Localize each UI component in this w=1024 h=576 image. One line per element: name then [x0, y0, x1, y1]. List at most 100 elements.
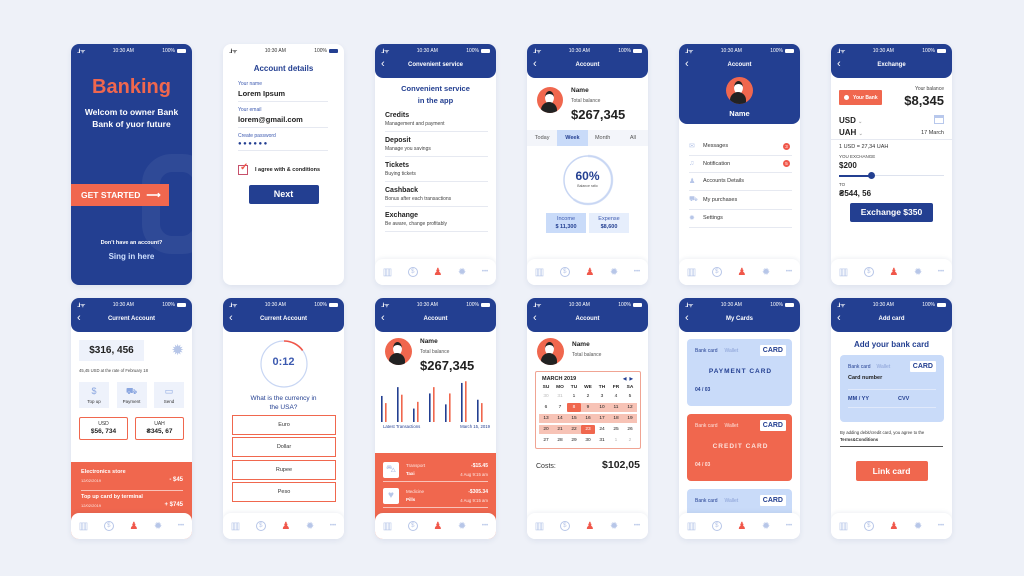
- sign-in-link[interactable]: Sing in here: [71, 252, 192, 261]
- calendar-day[interactable]: 30: [539, 392, 553, 401]
- transaction-item[interactable]: ⛍ Transport Taxi -$15.45 4 Aug 9:15 am: [383, 458, 488, 482]
- calendar-day[interactable]: 19: [623, 414, 637, 423]
- tab-month[interactable]: Month: [588, 130, 618, 146]
- chart-icon[interactable]: ▥: [687, 267, 696, 278]
- next-month-icon[interactable]: ▶: [630, 376, 633, 381]
- calendar-day[interactable]: 29: [567, 436, 581, 445]
- terms-link[interactable]: Terms&Conditions: [840, 436, 944, 443]
- calendar-day[interactable]: 31: [553, 392, 567, 401]
- more-icon[interactable]: •••: [482, 523, 488, 529]
- get-started-button[interactable]: GET STARTED ⟶: [71, 184, 169, 206]
- calendar-day[interactable]: 7: [553, 403, 567, 412]
- answer-option[interactable]: Euro: [232, 414, 336, 435]
- transaction-item[interactable]: Electronics store 12/02/2019 - $45: [81, 466, 183, 491]
- answer-option[interactable]: Peso: [232, 482, 336, 502]
- calendar-day[interactable]: 12: [623, 403, 637, 412]
- calendar-day[interactable]: 10: [595, 403, 609, 412]
- more-icon[interactable]: •••: [938, 523, 944, 529]
- service-item[interactable]: Tickets Buying tickets: [385, 157, 488, 182]
- dollar-icon[interactable]: $: [863, 267, 874, 277]
- email-field[interactable]: Your email lorem@gmail.com: [238, 102, 328, 128]
- dollar-icon[interactable]: $: [711, 267, 722, 277]
- profile-icon[interactable]: ♟: [433, 267, 442, 278]
- tab-all[interactable]: All: [618, 130, 648, 146]
- menu-item-accounts-details[interactable]: ♟ Accounts Details: [689, 173, 792, 191]
- tab-bank-card[interactable]: Bank card: [695, 348, 718, 354]
- payment-button[interactable]: ⛟ Payment: [116, 382, 147, 408]
- calendar-icon[interactable]: [934, 115, 944, 124]
- next-button[interactable]: Next: [248, 185, 319, 204]
- from-currency-select[interactable]: USD ⌄: [839, 116, 862, 125]
- tab-bank-card[interactable]: Bank card: [848, 364, 871, 370]
- profile-icon[interactable]: ♟: [281, 521, 290, 532]
- more-icon[interactable]: •••: [178, 523, 184, 529]
- tab-wallet[interactable]: Wallet: [725, 498, 739, 504]
- gear-icon[interactable]: ✹: [458, 267, 466, 278]
- calendar-day[interactable]: 26: [623, 425, 637, 434]
- currency-card-uah[interactable]: UAH ₴345, 67: [135, 417, 184, 440]
- profile-icon[interactable]: ♟: [889, 267, 898, 278]
- chart-icon[interactable]: ▥: [231, 521, 240, 532]
- calendar-day[interactable]: 5: [623, 392, 637, 401]
- calendar-day[interactable]: 6: [539, 403, 553, 412]
- gear-icon[interactable]: ✹: [306, 521, 314, 532]
- gear-icon[interactable]: ✹: [762, 267, 770, 278]
- gear-icon[interactable]: ✹: [154, 521, 162, 532]
- checkbox[interactable]: ✓: [238, 162, 248, 175]
- name-field[interactable]: Your name Lorem Ipsum: [238, 77, 328, 102]
- answer-option[interactable]: Dollar: [232, 437, 336, 457]
- dollar-icon[interactable]: $: [559, 521, 570, 531]
- dollar-icon[interactable]: $: [255, 521, 266, 531]
- calendar-day[interactable]: 2: [581, 392, 595, 401]
- gear-icon[interactable]: ✹: [914, 521, 922, 532]
- send-button[interactable]: ▭ Send: [154, 382, 184, 408]
- more-icon[interactable]: •••: [786, 523, 792, 529]
- dollar-icon[interactable]: $: [407, 267, 418, 277]
- tab-wallet[interactable]: Wallet: [877, 364, 891, 370]
- calendar-day[interactable]: 1: [567, 392, 581, 401]
- tab-wallet[interactable]: Wallet: [725, 348, 739, 354]
- calendar-day[interactable]: 4: [609, 392, 623, 401]
- amount-slider[interactable]: [839, 172, 944, 180]
- answer-option[interactable]: Rupee: [232, 459, 336, 480]
- calendar-day[interactable]: 13: [539, 414, 553, 423]
- calendar-day[interactable]: 9: [581, 403, 595, 412]
- tab-week[interactable]: Week: [557, 130, 588, 146]
- more-icon[interactable]: •••: [482, 269, 488, 275]
- menu-item-settings[interactable]: ✹ Settings: [689, 210, 792, 228]
- tab-wallet[interactable]: Wallet: [725, 423, 739, 429]
- password-field[interactable]: Create password ●●●●●●: [238, 128, 328, 151]
- transaction-item[interactable]: ♥ Medicine Pills -$305.34 4 Aug 9:15 am: [383, 484, 488, 508]
- calendar-day[interactable]: 8: [567, 403, 581, 412]
- more-icon[interactable]: •••: [330, 523, 336, 529]
- chart-icon[interactable]: ▥: [535, 267, 544, 278]
- calendar-day[interactable]: 24: [595, 425, 609, 434]
- settings-gear-icon[interactable]: ✹: [171, 341, 184, 359]
- menu-item-notification[interactable]: ♫ Notification 5: [689, 156, 792, 173]
- cvv-input[interactable]: CVV: [898, 396, 936, 408]
- dollar-icon[interactable]: $: [103, 521, 114, 531]
- menu-item-messages[interactable]: ✉ Messages 3: [689, 138, 792, 156]
- calendar-day[interactable]: 17: [595, 414, 609, 423]
- expiry-input[interactable]: MM / YY: [848, 396, 898, 408]
- gear-icon[interactable]: ✹: [914, 267, 922, 278]
- calendar-day[interactable]: 25: [609, 425, 623, 434]
- calendar-day[interactable]: 15: [567, 414, 581, 423]
- calendar-day[interactable]: 31: [595, 436, 609, 445]
- calendar-day[interactable]: 3: [595, 392, 609, 401]
- dollar-icon[interactable]: $: [407, 521, 418, 531]
- calendar-day[interactable]: 16: [581, 414, 595, 423]
- chart-icon[interactable]: ▥: [687, 521, 696, 532]
- gear-icon[interactable]: ✹: [610, 267, 618, 278]
- calendar-day[interactable]: 27: [539, 436, 553, 445]
- service-item[interactable]: Credits Management and payment: [385, 107, 488, 132]
- tab-bank-card[interactable]: Bank card: [695, 498, 718, 504]
- more-icon[interactable]: •••: [938, 269, 944, 275]
- bank-card[interactable]: Bank card Wallet CARD PAYMENT CARD 04 / 03: [687, 339, 792, 406]
- top-up-button[interactable]: $ Top up: [79, 382, 109, 408]
- calendar-day[interactable]: 23: [581, 425, 595, 434]
- menu-item-my-purchases[interactable]: ⛟ My purchases: [689, 191, 792, 210]
- exchange-button[interactable]: Exchange $350: [850, 203, 933, 222]
- service-item[interactable]: Deposit Manage you savings: [385, 132, 488, 157]
- tab-today[interactable]: Today: [527, 130, 557, 146]
